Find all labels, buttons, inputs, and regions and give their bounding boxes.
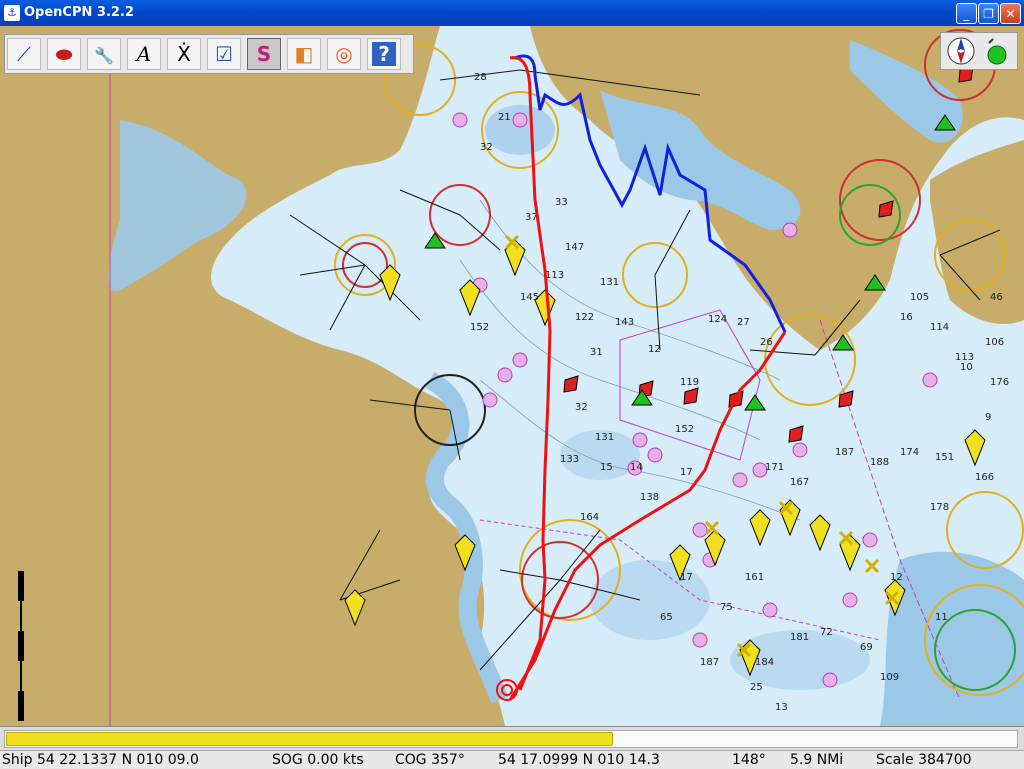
depth-sounding: 164	[580, 512, 599, 523]
depth-sounding: 152	[675, 424, 694, 435]
hide-text-icon[interactable]: Ẋ	[167, 38, 201, 70]
bearing-readout: 148°	[732, 752, 766, 768]
depth-sounding: 13	[775, 702, 788, 713]
depth-sounding: 46	[990, 292, 1003, 303]
depth-sounding: 171	[765, 462, 784, 473]
depth-sounding: 131	[600, 277, 619, 288]
depth-sounding: 176	[990, 377, 1009, 388]
text-icon[interactable]: A	[127, 38, 161, 70]
depth-sounding: 114	[930, 322, 949, 333]
depth-sounding: 143	[615, 317, 634, 328]
depth-sounding: 12	[890, 572, 903, 583]
window-title: OpenCPN 3.2.2	[24, 5, 134, 20]
progress-area	[0, 726, 1024, 751]
chart-canvas[interactable]: 28 21 32 37 33 147 113 131 122 31 32 143 12 124 27 26 11…	[0, 26, 1024, 726]
depth-sounding: 187	[700, 657, 719, 668]
track-icon[interactable]: S	[247, 38, 281, 70]
progress-bar	[4, 730, 1018, 748]
depth-sounding: 178	[930, 502, 949, 513]
chart-scale-bar	[18, 571, 24, 721]
depth-sounding: 26	[760, 337, 773, 348]
depth-sounding: 166	[975, 472, 994, 483]
depth-sounding: 72	[820, 627, 833, 638]
maximize-button[interactable]: ❐	[978, 3, 999, 24]
lifebuoy-icon[interactable]: ◎	[327, 38, 361, 70]
depth-sounding: 14	[630, 462, 643, 473]
cog-readout: COG 357°	[395, 752, 465, 768]
depth-sounding: 181	[790, 632, 809, 643]
depth-sounding: 27	[737, 317, 750, 328]
depth-sounding: 147	[565, 242, 584, 253]
depth-sounding: 33	[555, 197, 568, 208]
status-bar: Ship 54 22.1337 N 010 09.0 SOG 0.00 kts …	[0, 750, 1024, 769]
depth-sounding: 174	[900, 447, 919, 458]
route-icon[interactable]: ⟋	[7, 38, 41, 70]
depth-sounding: 109	[880, 672, 899, 683]
depth-sounding: 106	[985, 337, 1004, 348]
app-icon: ⚓	[4, 5, 20, 21]
depth-sounding: 187	[835, 447, 854, 458]
depth-sounding: 105	[910, 292, 929, 303]
depth-sounding: 161	[745, 572, 764, 583]
depth-sounding: 151	[935, 452, 954, 463]
sog-readout: SOG 0.00 kts	[272, 752, 364, 768]
depth-sounding: 145	[520, 292, 539, 303]
depth-sounding: 133	[560, 454, 579, 465]
compass-widget	[940, 32, 1018, 70]
compass-icon	[947, 37, 1007, 65]
depth-sounding: 122	[575, 312, 594, 323]
ship-icon[interactable]: ⬬	[47, 38, 81, 70]
depth-sounding: 167	[790, 477, 809, 488]
depth-sounding: 184	[755, 657, 774, 668]
depth-sounding: 65	[660, 612, 673, 623]
route-manager-icon[interactable]: ☑	[207, 38, 241, 70]
scale-readout: Scale 384700	[876, 752, 972, 768]
depth-sounding: 31	[590, 347, 603, 358]
depth-sounding: 16	[900, 312, 913, 323]
depth-sounding: 124	[708, 314, 727, 325]
depth-sounding: 32	[575, 402, 588, 413]
depth-sounding: 9	[985, 412, 991, 423]
minimize-button[interactable]: _	[956, 3, 977, 24]
title-bar: ⚓ OpenCPN 3.2.2 _ ❐ ✕	[0, 0, 1024, 26]
distance-readout: 5.9 NMi	[790, 752, 844, 768]
depth-sounding: 21	[498, 112, 511, 123]
depth-sounding: 131	[595, 432, 614, 443]
nautical-chart[interactable]: 2821323733147113131122313214312124 272611…	[0, 26, 1024, 726]
progress-fill	[6, 732, 613, 746]
main-toolbar: ⟋ ⬬ 🔧 A Ẋ ☑ S ◧ ◎ ?	[4, 34, 414, 74]
depth-sounding: 75	[720, 602, 733, 613]
depth-sounding: 10	[960, 362, 973, 373]
cursor-position: 54 17.0999 N 010 14.3	[498, 752, 660, 768]
depth-sounding: 119	[680, 377, 699, 388]
depth-sounding: 12	[648, 344, 661, 355]
depth-sounding: 188	[870, 457, 889, 468]
help-icon[interactable]: ?	[367, 38, 401, 70]
sunset-icon[interactable]: ◧	[287, 38, 321, 70]
depth-sounding: 152	[470, 322, 489, 333]
depth-sounding: 113	[545, 270, 564, 281]
depth-sounding: 28	[474, 72, 487, 83]
depth-sounding: 113	[955, 352, 974, 363]
depth-sounding: 17	[680, 572, 693, 583]
ship-position: Ship 54 22.1337 N 010 09.0	[2, 752, 199, 768]
depth-sounding: 15	[600, 462, 613, 473]
wrench-icon[interactable]: 🔧	[87, 38, 121, 70]
depth-sounding: 17	[680, 467, 693, 478]
depth-sounding: 32	[480, 142, 493, 153]
depth-sounding: 138	[640, 492, 659, 503]
depth-sounding: 69	[860, 642, 873, 653]
depth-sounding: 11	[935, 612, 948, 623]
close-button[interactable]: ✕	[1000, 3, 1021, 24]
depth-sounding: 25	[750, 682, 763, 693]
